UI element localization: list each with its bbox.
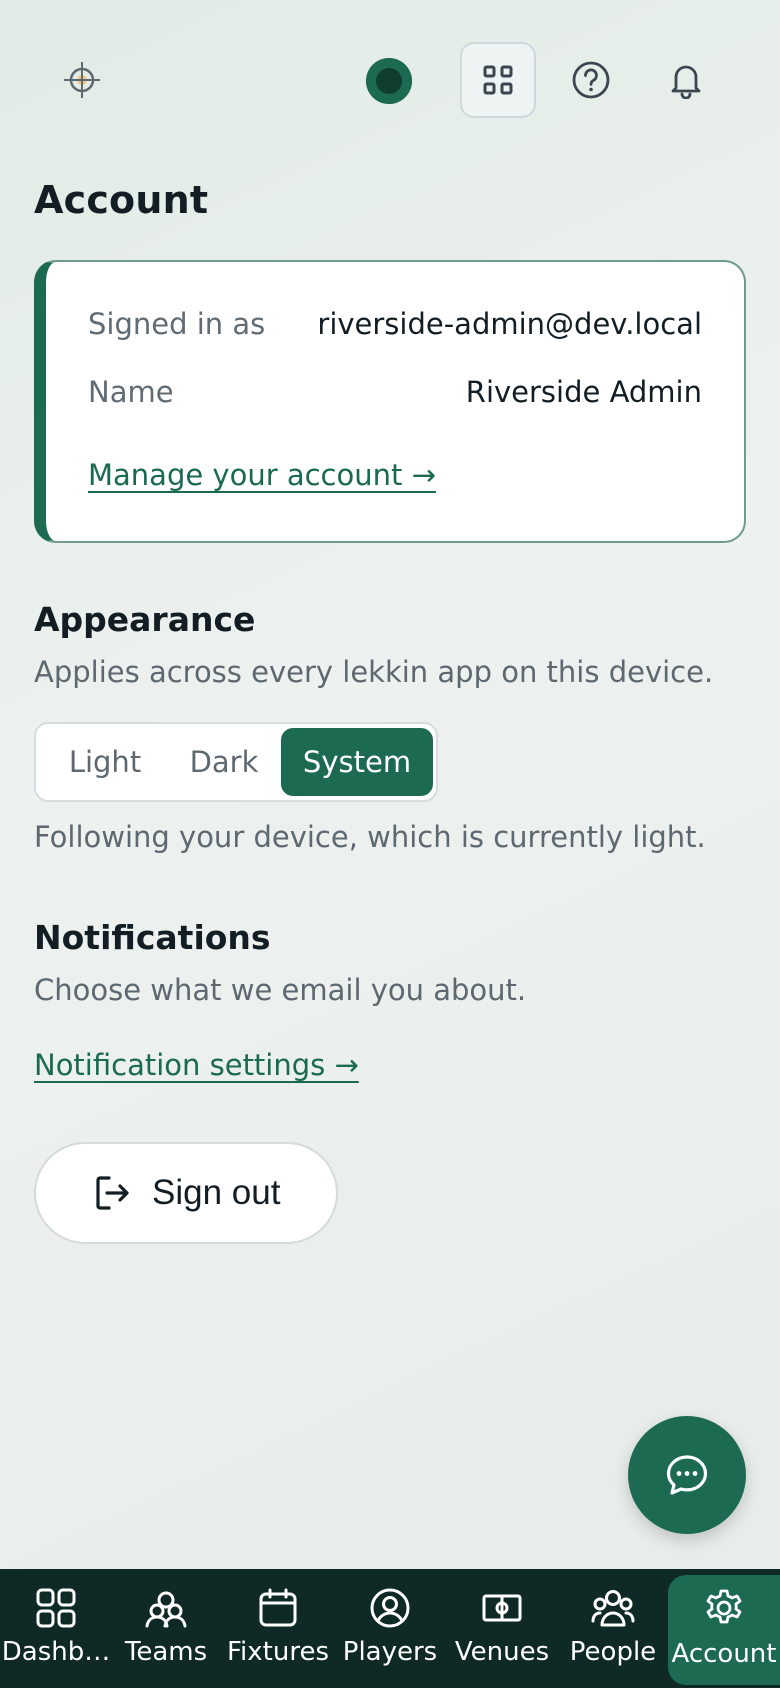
bottom-nav: Dashb… Teams Fixtures Players Venues Peo… [0, 1569, 780, 1688]
nav-item-dashboard[interactable]: Dashb… [0, 1569, 112, 1688]
notification-settings-link[interactable]: Notification settings → [34, 1048, 359, 1082]
nav-item-fixtures[interactable]: Fixtures [222, 1569, 334, 1688]
appearance-description: Applies across every lekkin app on this … [34, 655, 714, 689]
name-label: Name [88, 375, 174, 409]
status-dot-icon[interactable] [366, 58, 412, 104]
theme-option-system[interactable]: System [281, 728, 433, 796]
signed-in-row: Signed in as riverside-admin@dev.local [88, 307, 702, 341]
apps-button[interactable] [460, 42, 536, 118]
bell-icon [671, 65, 701, 99]
notifications-button[interactable] [648, 42, 724, 118]
nav-label-account: Account [671, 1639, 777, 1669]
sign-out-label: Sign out [152, 1173, 281, 1212]
nav-label-fixtures: Fixtures [226, 1637, 329, 1667]
theme-option-dark[interactable]: Dark [178, 728, 270, 796]
grid-icon [483, 65, 513, 95]
nav-label-players: Players [342, 1637, 438, 1667]
nav-item-account[interactable]: Account [668, 1575, 780, 1685]
nav-item-venues[interactable]: Venues [446, 1569, 558, 1688]
venue-icon [482, 1594, 522, 1622]
manage-account-link[interactable]: Manage your account → [88, 458, 436, 492]
calendar-icon [259, 1588, 297, 1627]
gear-icon [706, 1589, 742, 1624]
nav-label-people: People [569, 1637, 657, 1667]
nav-label-teams: Teams [124, 1637, 208, 1667]
nav-item-players[interactable]: Players [334, 1569, 446, 1688]
logout-icon [96, 1176, 129, 1210]
theme-option-light[interactable]: Light [54, 728, 156, 796]
appearance-title: Appearance [34, 600, 256, 639]
crosshair-sun-icon[interactable] [60, 58, 104, 102]
theme-selector: Light Dark System [34, 722, 438, 802]
dashboard-icon [36, 1588, 76, 1628]
signed-in-label: Signed in as [88, 307, 266, 341]
name-row: Name Riverside Admin [88, 375, 702, 409]
notifications-description: Choose what we email you about. [34, 973, 527, 1007]
top-bar [0, 0, 780, 160]
teams-icon [145, 1591, 187, 1628]
sign-out-button[interactable]: Sign out [34, 1142, 338, 1244]
nav-label-dashboard: Dashb… [1, 1637, 111, 1667]
nav-item-people[interactable]: People [558, 1569, 668, 1688]
help-button[interactable] [553, 42, 629, 118]
nav-item-teams[interactable]: Teams [112, 1569, 220, 1688]
name-value: Riverside Admin [465, 375, 702, 409]
user-circle-icon [370, 1588, 410, 1628]
notifications-title: Notifications [34, 918, 271, 957]
chat-button[interactable] [628, 1416, 746, 1534]
nav-label-venues: Venues [454, 1637, 550, 1667]
people-icon [591, 1590, 635, 1627]
account-card: Signed in as riverside-admin@dev.local N… [34, 260, 746, 543]
appearance-note: Following your device, which is currentl… [34, 820, 706, 854]
help-circle-icon [572, 61, 610, 99]
chat-bubble-icon [666, 1455, 708, 1495]
signed-in-email: riverside-admin@dev.local [317, 307, 702, 341]
page-title: Account [34, 178, 209, 222]
